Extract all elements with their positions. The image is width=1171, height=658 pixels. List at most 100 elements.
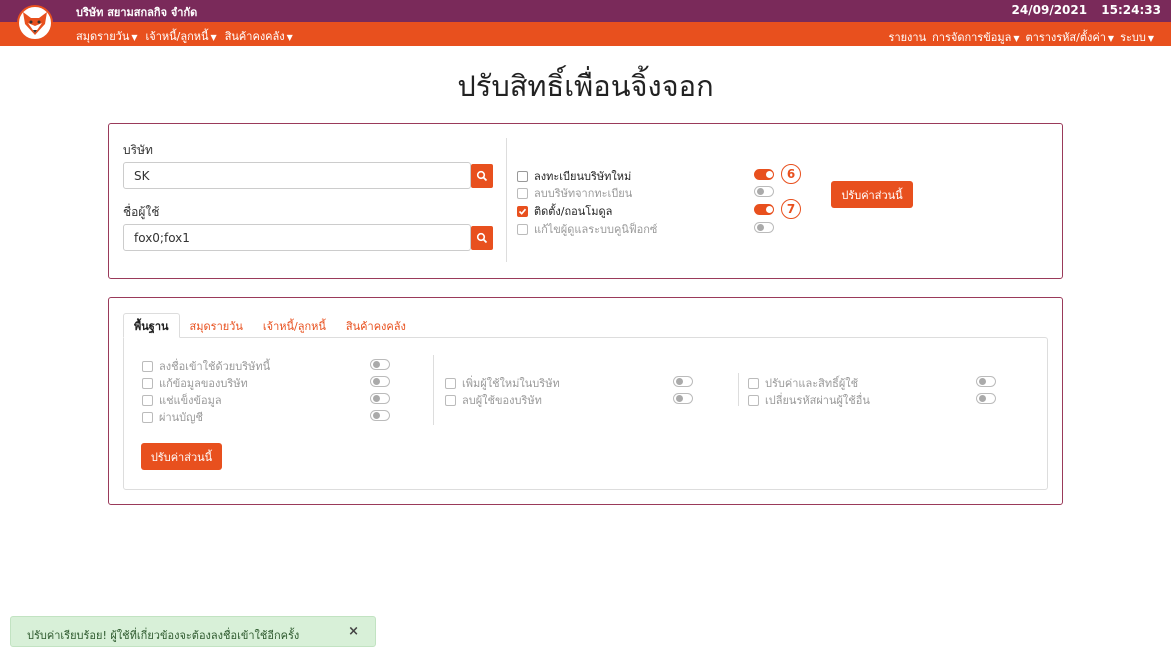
menu-left-1[interactable]: เจ้าหนี้/ลูกหนี้ ▼	[146, 27, 217, 45]
basic-permission-row[interactable]: ลบผู้ใช้ของบริษัท	[445, 391, 542, 409]
apply-top-button[interactable]: ปรับค่าส่วนนี้	[831, 181, 913, 208]
menu-label: ตารางรหัส/ตั้งค่า	[1025, 31, 1106, 44]
step-number-badge: 6	[781, 164, 801, 184]
permission-label: ปรับค่าและสิทธิ์ผู้ใช้	[765, 377, 859, 390]
column-divider-1	[433, 355, 434, 425]
company-input[interactable]	[124, 163, 470, 188]
close-icon[interactable]: ×	[348, 624, 359, 639]
tab-3[interactable]: สินค้าคงคลัง	[336, 313, 416, 338]
step-number-badge: 7	[781, 199, 801, 219]
permission-toggle[interactable]	[673, 393, 693, 404]
permission-checkbox[interactable]	[517, 205, 528, 217]
permission-label: ลงทะเบียนบริษัทใหม่	[534, 170, 632, 183]
permission-checkbox[interactable]	[142, 411, 153, 423]
permission-toggle[interactable]	[370, 393, 390, 404]
permission-label: แช่แข็งข้อมูล	[159, 394, 222, 407]
top-permission-row[interactable]: ลบบริษัทจากทะเบียน	[517, 184, 632, 202]
menu-left-0[interactable]: สมุดรายวัน ▼	[76, 27, 138, 45]
permission-toggle[interactable]	[754, 186, 774, 197]
menu-left-2[interactable]: สินค้าคงคลัง ▼	[225, 27, 293, 45]
permission-checkbox[interactable]	[748, 394, 759, 406]
permission-toggle[interactable]	[370, 359, 390, 370]
menu-label: เจ้าหนี้/ลูกหนี้	[145, 30, 209, 43]
top-permission-row[interactable]: แก้ไขผู้ดูแลระบบคูนิฟ็อกซ์	[517, 220, 657, 238]
menu-right-0[interactable]: รายงาน	[889, 28, 927, 46]
toggle-knob	[676, 395, 683, 402]
permission-checkbox[interactable]	[517, 187, 528, 199]
permission-toggle[interactable]	[754, 204, 774, 215]
permission-checkbox[interactable]	[142, 360, 153, 372]
chevron-down-icon: ▼	[1013, 34, 1020, 43]
basic-permission-row[interactable]: แก้ข้อมูลของบริษัท	[142, 374, 248, 392]
basic-permission-row[interactable]: ผ่านบัญชี	[142, 408, 203, 426]
chevron-down-icon: ▼	[286, 33, 293, 42]
menu-label: ระบบ	[1120, 31, 1146, 44]
permission-checkbox[interactable]	[445, 394, 456, 406]
datetime: 24/09/2021 15:24:33	[1002, 3, 1161, 17]
basic-permission-row[interactable]: เปลี่ยนรหัสผ่านผู้ใช้อื่น	[748, 391, 870, 409]
permission-label: เปลี่ยนรหัสผ่านผู้ใช้อื่น	[765, 394, 870, 407]
basic-permission-row[interactable]: เพิ่มผู้ใช้ใหม่ในบริษัท	[445, 374, 560, 392]
permission-checkbox[interactable]	[517, 170, 528, 182]
user-field[interactable]	[123, 224, 471, 251]
toggle-knob	[373, 361, 380, 368]
permission-toggle[interactable]	[673, 376, 693, 387]
basic-permission-row[interactable]: แช่แข็งข้อมูล	[142, 391, 222, 409]
basic-permission-row[interactable]: ลงชื่อเข้าใช้ด้วยบริษัทนี้	[142, 357, 270, 375]
permission-toggle[interactable]	[370, 376, 390, 387]
tab-1[interactable]: สมุดรายวัน	[180, 313, 253, 338]
permission-toggle[interactable]	[370, 410, 390, 421]
toggle-knob	[979, 395, 986, 402]
toggle-knob	[757, 188, 764, 195]
company-label: บริษัท	[123, 143, 153, 157]
chevron-down-icon: ▼	[131, 33, 138, 42]
toggle-knob	[676, 378, 683, 385]
permission-checkbox[interactable]	[517, 223, 528, 235]
permission-toggle[interactable]	[976, 376, 996, 387]
permission-checkbox[interactable]	[142, 377, 153, 389]
permission-label: ลงชื่อเข้าใช้ด้วยบริษัทนี้	[159, 360, 271, 373]
permission-label: ลบผู้ใช้ของบริษัท	[462, 394, 542, 407]
chevron-down-icon: ▼	[1147, 34, 1154, 43]
permission-toggle[interactable]	[754, 169, 774, 180]
toggle-knob	[979, 378, 986, 385]
menu-label: สมุดรายวัน	[76, 30, 130, 43]
permission-checkbox[interactable]	[748, 377, 759, 389]
permission-label: เพิ่มผู้ใช้ใหม่ในบริษัท	[462, 377, 560, 390]
top-permission-row[interactable]: ลงทะเบียนบริษัทใหม่	[517, 167, 631, 185]
permission-label: ผ่านบัญชี	[159, 411, 203, 424]
permission-toggle[interactable]	[976, 393, 996, 404]
current-time: 15:24:33	[1101, 3, 1161, 17]
user-search-button[interactable]	[471, 226, 493, 250]
permission-checkbox[interactable]	[445, 377, 456, 389]
permission-label: แก้ข้อมูลของบริษัท	[159, 377, 248, 390]
permission-checkbox[interactable]	[142, 394, 153, 406]
top-header-bar: บริษัท สยามสกลกิจ จำกัด 24/09/2021 15:24…	[0, 0, 1171, 22]
user-input[interactable]	[124, 225, 470, 250]
user-label: ชื่อผู้ใช้	[123, 205, 160, 219]
fox-icon[interactable]	[17, 5, 53, 41]
menu-right-group: รายงาน การจัดการข้อมูล ▼ ตารางรหัส/ตั้งค่า ▼…	[889, 28, 1154, 46]
permission-label: แก้ไขผู้ดูแลระบบคูนิฟ็อกซ์	[534, 223, 658, 236]
toggle-knob	[373, 412, 380, 419]
menu-right-2[interactable]: ตารางรหัส/ตั้งค่า ▼	[1026, 28, 1115, 46]
column-divider-2	[738, 373, 739, 406]
search-icon	[476, 232, 488, 244]
toggle-knob	[373, 395, 380, 402]
basic-permission-row[interactable]: ปรับค่าและสิทธิ์ผู้ใช้	[748, 374, 858, 392]
menu-label: รายงาน	[888, 31, 927, 44]
success-toast: ปรับค่าเรียบร้อย! ผู้ใช้ที่เกี่ยวข้องจะต…	[10, 616, 376, 647]
tab-2[interactable]: เจ้าหนี้/ลูกหนี้	[253, 313, 336, 338]
permission-label: ติดตั้ง/ถอนโมดูล	[534, 205, 613, 218]
toggle-knob	[766, 171, 773, 178]
menu-right-1[interactable]: การจัดการข้อมูล ▼	[932, 28, 1019, 46]
tab-0[interactable]: พื้นฐาน	[123, 313, 180, 338]
menu-left-group: สมุดรายวัน ▼ เจ้าหนี้/ลูกหนี้ ▼ สินค้าคงคลัง…	[76, 27, 293, 45]
toggle-knob	[373, 378, 380, 385]
permission-toggle[interactable]	[754, 222, 774, 233]
apply-bottom-button[interactable]: ปรับค่าส่วนนี้	[141, 443, 222, 470]
menu-right-3[interactable]: ระบบ ▼	[1120, 28, 1154, 46]
top-permission-row[interactable]: ติดตั้ง/ถอนโมดูล	[517, 202, 612, 220]
company-search-button[interactable]	[471, 164, 493, 188]
company-field[interactable]	[123, 162, 471, 189]
